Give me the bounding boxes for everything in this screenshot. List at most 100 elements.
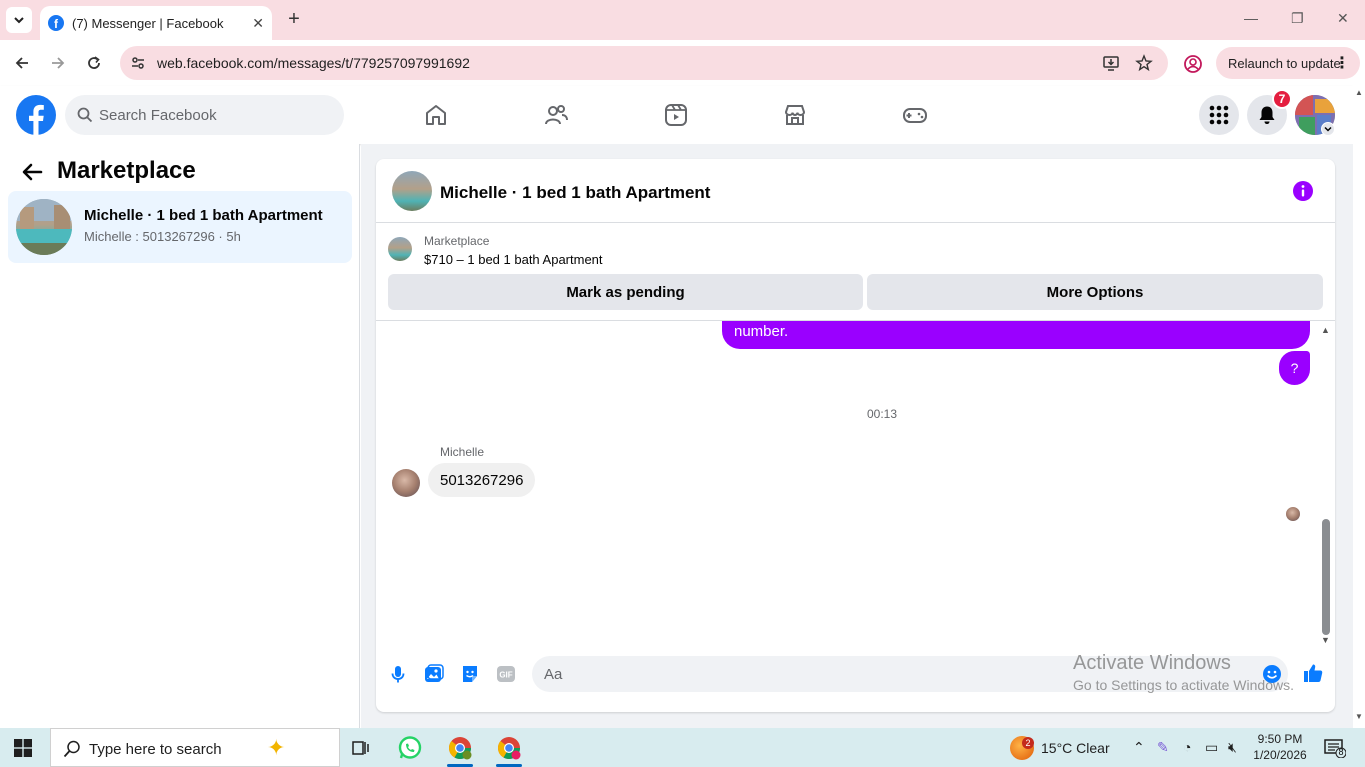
photo-icon	[425, 664, 444, 682]
more-menu-icon[interactable]: ⋮	[1334, 53, 1350, 73]
conversation-item[interactable]: Michelle · 1 bed 1 bath Apartment Michel…	[8, 191, 352, 263]
chrome-app-profile1[interactable]	[446, 734, 474, 762]
window-close-icon[interactable]: ✕	[1337, 10, 1349, 27]
install-app-icon[interactable]	[1102, 54, 1120, 72]
sender-avatar[interactable]	[392, 469, 420, 497]
notification-center-count: 8	[1338, 747, 1344, 757]
url-text: web.facebook.com/messages/t/779257097991…	[157, 55, 470, 71]
facebook-logo-icon[interactable]	[16, 95, 56, 135]
chrome-app-profile2[interactable]	[495, 734, 523, 762]
search-icon	[77, 107, 93, 123]
gaming-nav[interactable]	[902, 102, 928, 128]
site-info-icon[interactable]	[128, 53, 148, 73]
back-arrow-icon[interactable]	[20, 160, 44, 184]
pen-icon[interactable]: ✎	[1157, 739, 1169, 756]
chrome-icon	[498, 737, 521, 760]
arrow-right-icon	[52, 57, 65, 69]
reload-button[interactable]	[82, 51, 106, 75]
browser-tabstrip: f (7) Messenger | Facebook ✕ + — ❐ ✕	[0, 0, 1365, 40]
sticker-button[interactable]	[460, 664, 480, 684]
more-options-button[interactable]: More Options	[867, 274, 1323, 310]
network-icon[interactable]: ◔	[1183, 739, 1191, 755]
notification-badge: 7	[1272, 89, 1292, 109]
chat-avatar[interactable]	[392, 171, 432, 211]
weather-badge: 2	[1022, 737, 1034, 749]
marketplace-inbox-panel: Marketplace Michelle · 1 bed 1 bath Apar…	[0, 144, 360, 728]
facebook-search-input[interactable]	[99, 103, 329, 127]
page-scroll-down-icon[interactable]: ▼	[1355, 712, 1363, 721]
bookmark-star-icon[interactable]	[1135, 54, 1153, 72]
gaming-icon	[903, 108, 927, 123]
marketplace-nav[interactable]	[782, 102, 808, 128]
conversation-name: Michelle · 1 bed 1 bath Apartment	[84, 207, 323, 224]
listing-title[interactable]: $710 – 1 bed 1 bath Apartment	[424, 252, 603, 267]
chat-title[interactable]: Michelle · 1 bed 1 bath Apartment	[440, 183, 710, 203]
thumbs-up-icon[interactable]	[1302, 662, 1324, 684]
conversation-avatar	[16, 199, 72, 255]
menu-button[interactable]	[1199, 95, 1239, 135]
tab-search-button[interactable]	[6, 7, 32, 33]
gif-button[interactable]: GIF	[496, 664, 516, 684]
volume-muted-icon[interactable]: 🔇︎	[1228, 739, 1237, 756]
arrow-left-icon	[15, 57, 28, 69]
mark-as-pending-button[interactable]: Mark as pending	[388, 274, 863, 310]
copilot-sparkle-icon[interactable]: ✦	[267, 735, 285, 761]
friends-nav[interactable]	[543, 102, 569, 128]
weather-text[interactable]: 15°C Clear	[1041, 740, 1110, 756]
outgoing-message[interactable]: number.	[722, 321, 1310, 349]
incoming-message[interactable]: 5013267296	[428, 463, 536, 497]
system-clock[interactable]: 9:50 PM 1/20/2026	[1250, 731, 1310, 763]
browser-profile-icon[interactable]	[1182, 53, 1204, 75]
restore-icon[interactable]: ❐	[1291, 10, 1304, 27]
info-icon[interactable]	[1292, 180, 1314, 202]
windows-taskbar: Type here to search ✦ 15°C Clear ⌃ ✎ ◔ ▭…	[0, 728, 1365, 767]
page-scrollbar[interactable]: ▲ ▼	[1353, 86, 1365, 728]
marketplace-icon	[784, 105, 806, 125]
notification-center-button[interactable]: 8	[1324, 738, 1347, 759]
relaunch-button[interactable]: Relaunch to update ⋮	[1216, 47, 1360, 79]
close-tab-icon[interactable]: ✕	[252, 15, 264, 32]
conversation-preview: Michelle : 5013267296 · 5h	[84, 229, 241, 244]
sender-name: Michelle	[440, 445, 485, 459]
account-menu-chevron[interactable]	[1321, 122, 1335, 136]
scrollbar-thumb[interactable]	[1322, 519, 1330, 635]
svg-text:GIF: GIF	[499, 671, 512, 680]
windows-start-icon[interactable]	[14, 739, 32, 757]
search-icon	[63, 740, 80, 758]
message-timestamp: 00:13	[866, 407, 898, 421]
show-hidden-icons[interactable]: ⌃	[1133, 739, 1145, 756]
message-list[interactable]: number. ? 00:13 Michelle 5013267296 ▲ ▼	[376, 320, 1335, 650]
whatsapp-icon	[398, 736, 422, 759]
reload-icon	[88, 56, 100, 69]
attach-photo-button[interactable]	[424, 664, 444, 684]
forward-button[interactable]	[46, 51, 70, 75]
video-icon	[665, 104, 687, 126]
new-tab-button[interactable]: +	[284, 9, 304, 29]
whatsapp-app[interactable]	[396, 734, 424, 762]
battery-icon[interactable]: ▭	[1205, 739, 1218, 756]
outgoing-message[interactable]: ?	[1279, 351, 1310, 385]
activate-windows-watermark: Activate Windows Go to Settings to activ…	[1073, 652, 1294, 693]
chat-header: Michelle · 1 bed 1 bath Apartment	[376, 159, 1335, 223]
page-scroll-up-icon[interactable]: ▲	[1355, 88, 1363, 97]
home-nav[interactable]	[423, 102, 449, 128]
listing-thumbnail[interactable]	[388, 237, 412, 261]
voice-clip-button[interactable]	[388, 664, 408, 684]
scroll-up-icon[interactable]: ▲	[1321, 325, 1330, 335]
task-view-button[interactable]	[346, 734, 374, 762]
back-button[interactable]	[10, 51, 34, 75]
seen-indicator-avatar	[1286, 507, 1300, 521]
minimize-icon[interactable]: —	[1244, 10, 1258, 26]
sticker-icon	[463, 666, 477, 682]
browser-tab[interactable]: f (7) Messenger | Facebook ✕	[40, 6, 272, 40]
clock-date: 1/20/2026	[1253, 748, 1307, 762]
gif-icon: GIF	[497, 666, 515, 682]
chat-window: Michelle · 1 bed 1 bath Apartment Market…	[376, 159, 1335, 712]
video-nav[interactable]	[663, 102, 689, 128]
facebook-search[interactable]	[65, 95, 344, 135]
scroll-down-icon[interactable]: ▼	[1321, 635, 1330, 645]
message-scrollbar[interactable]: ▲ ▼	[1321, 325, 1331, 647]
taskbar-search[interactable]: Type here to search ✦	[50, 728, 340, 767]
home-icon	[426, 105, 446, 125]
address-bar[interactable]: web.facebook.com/messages/t/779257097991…	[120, 46, 1168, 80]
